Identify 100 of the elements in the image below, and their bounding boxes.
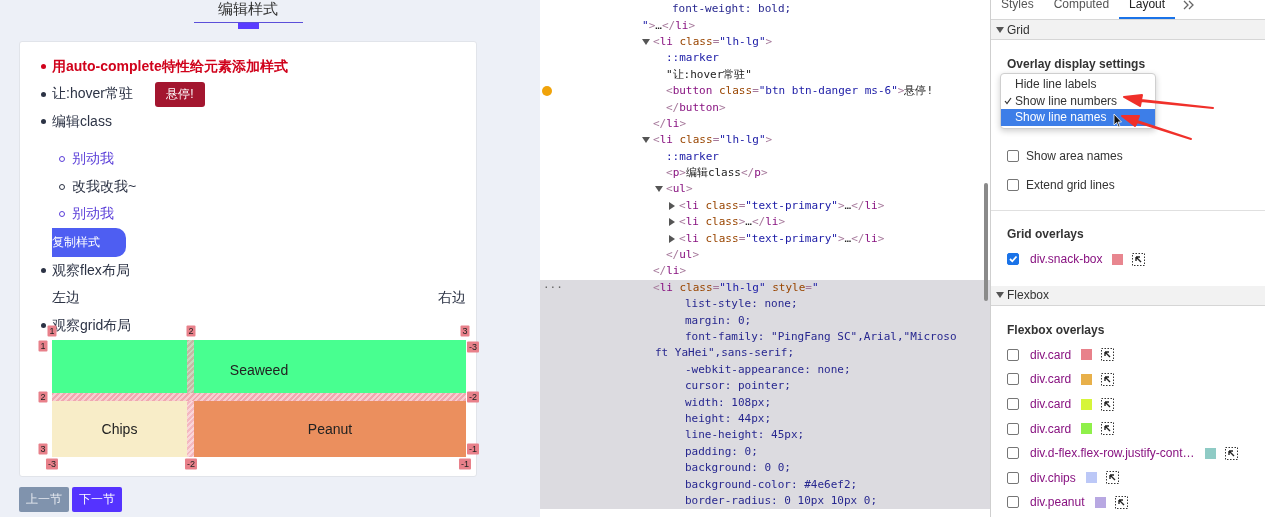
dom-node-line[interactable]: <button class="btn btn-danger ms-6">悬停! <box>666 84 934 99</box>
option-label: Extend grid lines <box>1026 177 1115 192</box>
color-swatch[interactable] <box>1081 423 1093 435</box>
expand-icon[interactable] <box>668 234 676 243</box>
collapse-icon[interactable] <box>996 291 1004 300</box>
option-label: Show area names <box>1026 148 1123 163</box>
copy-style-button[interactable]: 复制样式 <box>52 228 126 257</box>
element-label: div.snack-box <box>1030 252 1103 267</box>
expand-icon[interactable] <box>668 218 676 227</box>
line-number-label: -3 <box>46 458 58 469</box>
more-dots[interactable]: ··· <box>543 282 563 293</box>
color-swatch[interactable] <box>1085 472 1097 484</box>
dom-node-line[interactable]: ::marker <box>666 149 719 164</box>
style-line: padding: 0; <box>685 444 758 459</box>
collapse-icon[interactable] <box>655 185 663 194</box>
menu-item[interactable]: Show line names <box>1001 109 1155 126</box>
scrollbar-thumb[interactable] <box>984 183 988 301</box>
color-swatch[interactable] <box>1094 496 1106 508</box>
color-swatch[interactable] <box>1204 447 1216 459</box>
section-title: Grid <box>1007 22 1030 37</box>
style-line: margin: 0; <box>685 313 752 328</box>
checkmark-icon <box>1004 96 1012 105</box>
panel-tab[interactable]: Computed <box>1043 0 1120 17</box>
list-item-text: 别动我 <box>72 205 114 224</box>
color-swatch[interactable] <box>1081 349 1093 361</box>
element-label: div.chips <box>1030 470 1076 485</box>
checkbox[interactable] <box>1007 178 1019 191</box>
bullet-icon <box>41 323 46 329</box>
checkbox[interactable] <box>1007 496 1019 509</box>
dom-node-line[interactable]: ::marker <box>666 51 719 66</box>
next-button[interactable]: 下一节 <box>72 487 122 512</box>
color-swatch[interactable] <box>1081 374 1093 385</box>
list-item-text: 编辑class <box>52 112 112 131</box>
checkbox[interactable] <box>1007 253 1019 266</box>
checkbox[interactable] <box>1007 373 1019 386</box>
annotation-arrow <box>1121 115 1192 140</box>
select-element-icon[interactable] <box>1101 397 1115 411</box>
bullet-icon <box>41 64 46 70</box>
select-element-icon[interactable] <box>1101 422 1115 436</box>
style-line: list-style: none; <box>685 297 798 312</box>
dom-node-line[interactable]: </li> <box>653 116 687 131</box>
element-label: div.card <box>1030 372 1072 387</box>
checkbox[interactable] <box>1007 447 1019 460</box>
group-title: Flexbox overlays <box>1007 322 1106 337</box>
checkbox[interactable] <box>1007 348 1019 361</box>
select-element-icon[interactable] <box>1224 446 1238 460</box>
section-title: 编辑样式 <box>218 0 278 17</box>
style-line: ">…</li> <box>642 18 695 33</box>
dom-node-line[interactable]: "让:hover常驻" <box>666 67 752 82</box>
element-label: div.d-flex.flex-row.justify-cont… <box>1030 446 1195 461</box>
collapse-icon[interactable] <box>642 37 650 46</box>
line-number-label: -3 <box>467 341 479 352</box>
section-header[interactable]: Grid <box>991 20 1265 40</box>
line-number-label: 3 <box>460 325 470 336</box>
collapse-icon[interactable] <box>996 25 1004 34</box>
menu-item[interactable]: Show line numbers <box>1001 92 1155 109</box>
panel-tab[interactable]: Styles <box>991 0 1044 17</box>
bullet-icon <box>41 268 46 274</box>
list-item-text: 别动我 <box>72 150 114 169</box>
dom-node-line[interactable]: <p>编辑class</p> <box>666 166 768 181</box>
line-number-label: -2 <box>185 458 197 469</box>
hover-button[interactable]: 悬停! <box>154 81 205 107</box>
checkbox[interactable] <box>1007 149 1019 162</box>
group-title: Overlay display settings <box>1007 57 1147 71</box>
dom-node-line[interactable]: <li class="lh-lg" style=" <box>653 280 819 295</box>
collapse-icon[interactable] <box>642 136 650 145</box>
dom-node-line[interactable]: </button> <box>666 100 726 115</box>
checkbox[interactable] <box>1007 471 1019 484</box>
style-line: cursor: pointer; <box>685 379 791 394</box>
line-number-label: -1 <box>467 443 479 454</box>
color-swatch[interactable] <box>1112 253 1124 265</box>
section-title: Flexbox <box>1007 288 1050 303</box>
checkbox[interactable] <box>1007 398 1019 411</box>
select-element-icon[interactable] <box>1101 373 1115 386</box>
dom-node-line[interactable]: <li class>…</li> <box>679 215 785 230</box>
dom-node-line[interactable]: <li class="lh-lg"> <box>653 133 773 148</box>
checkbox[interactable] <box>1007 422 1019 435</box>
right-label: 右边 <box>438 289 466 308</box>
list-item-text: 改我改我~ <box>72 177 137 196</box>
dom-node-line[interactable]: <li class="text-primary">…</li> <box>679 231 885 246</box>
select-element-icon[interactable] <box>1101 348 1115 362</box>
style-line: line-height: 45px; <box>685 428 805 443</box>
dom-node-line[interactable]: </li> <box>653 264 687 279</box>
more-tabs-icon[interactable] <box>1183 0 1196 10</box>
select-element-icon[interactable] <box>1105 471 1119 485</box>
line-number-label: 2 <box>186 325 196 336</box>
dom-node-line[interactable]: <li class="lh-lg"> <box>653 34 773 49</box>
element-label: div.card <box>1030 421 1072 436</box>
dom-node-line[interactable]: <li class="text-primary">…</li> <box>679 198 885 213</box>
style-line: background-color: #4e6ef2; <box>685 477 858 492</box>
section-header[interactable]: Flexbox <box>991 285 1265 306</box>
dom-node-line[interactable]: </ul> <box>666 248 700 263</box>
list-item-text: 用auto-complete特性给元素添加样式 <box>52 57 288 76</box>
menu-item[interactable]: Hide line labels <box>1001 76 1155 93</box>
dom-node-line[interactable]: <ul> <box>666 182 693 197</box>
style-line: font-family: "PingFang SC",Arial,"Microso <box>685 330 957 344</box>
select-element-icon[interactable] <box>1114 495 1128 509</box>
expand-icon[interactable] <box>668 201 676 210</box>
select-element-icon[interactable] <box>1132 252 1146 266</box>
color-swatch[interactable] <box>1081 398 1093 410</box>
